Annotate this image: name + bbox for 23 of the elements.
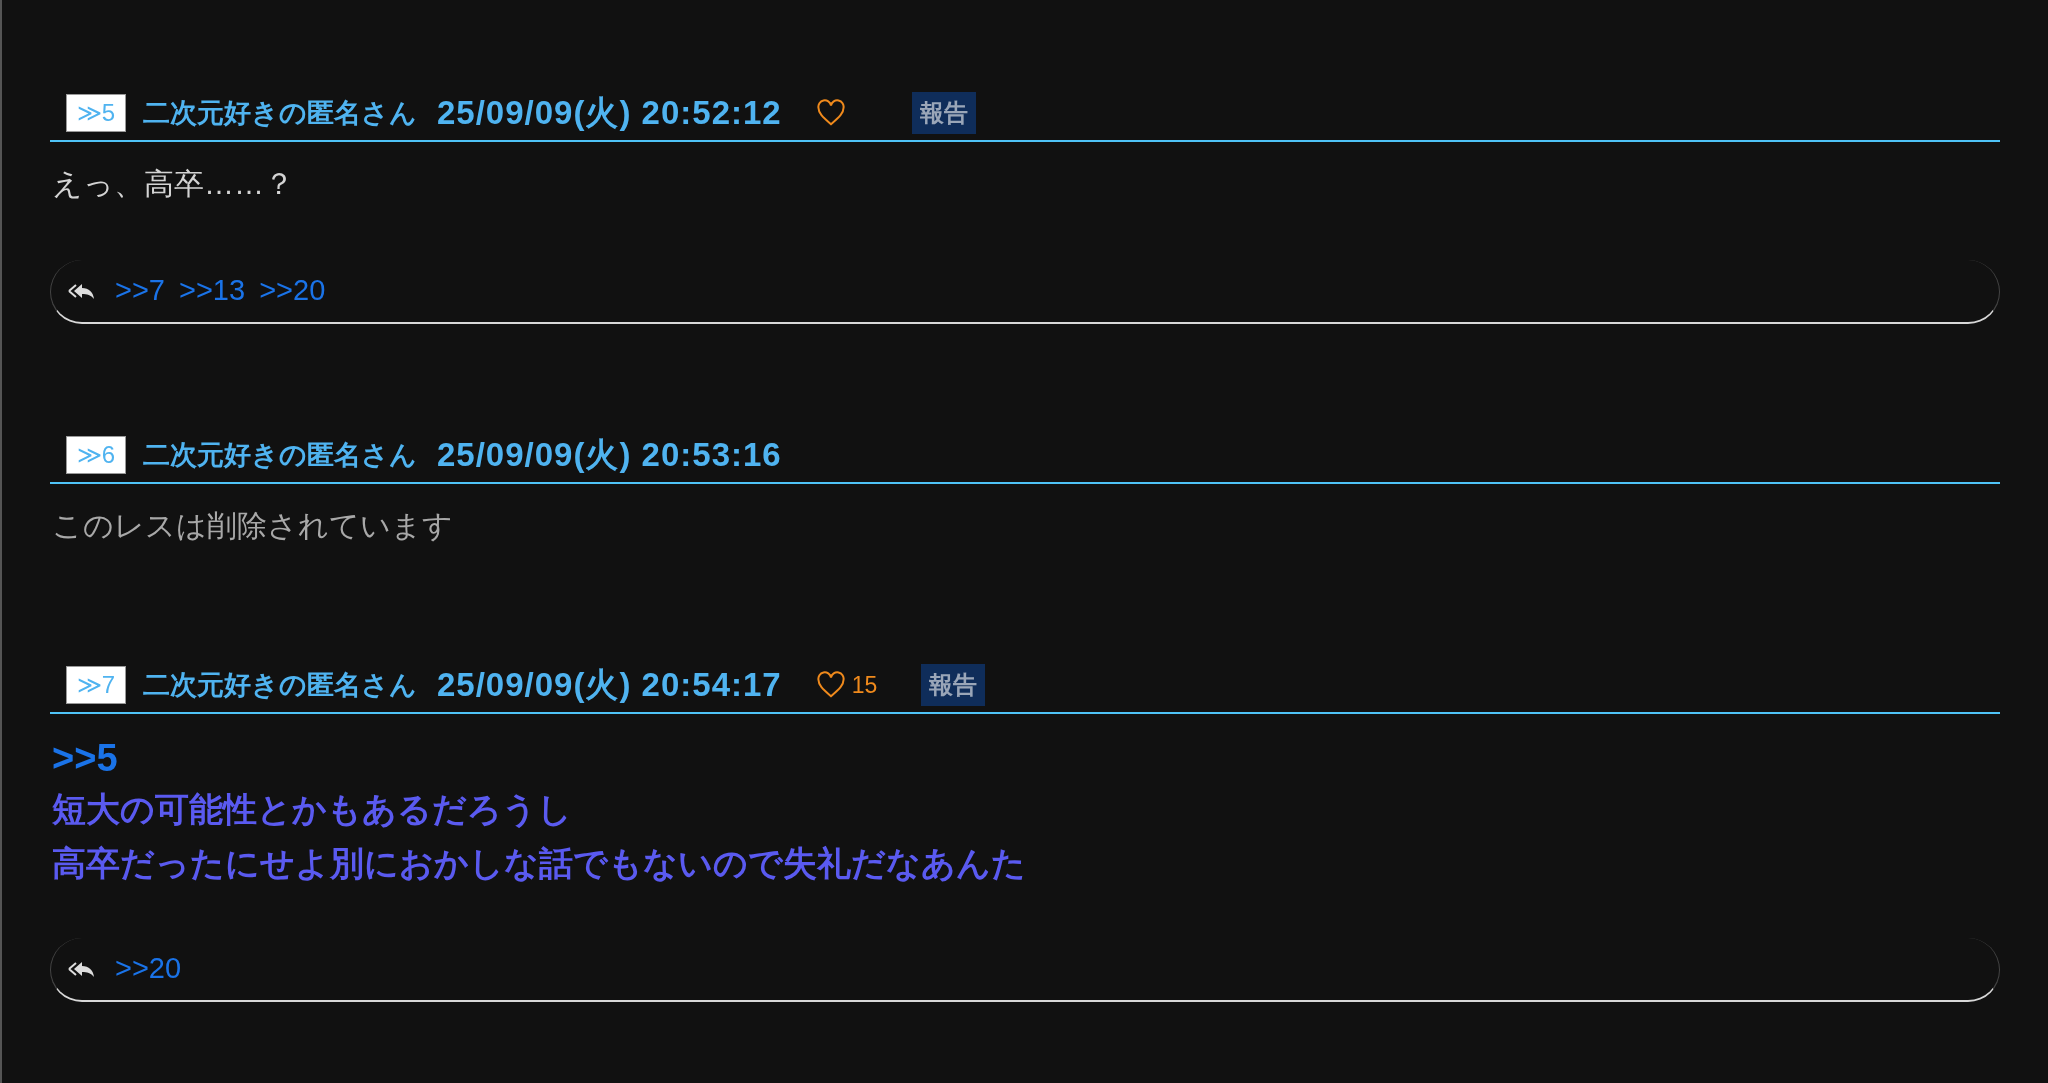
anchor-link[interactable]: >>5 [52,734,118,782]
reply-link[interactable]: >>13 [179,269,246,313]
poster-name: 二次元好きの匿名さん [143,438,417,472]
like-count: 15 [851,670,878,700]
post-date: 25/09/09(火) 20:54:17 [437,665,782,706]
post-number[interactable]: ≫5 [66,94,126,132]
reply-link[interactable]: >>20 [259,269,326,313]
report-button[interactable]: 報告 [911,92,976,134]
post-number[interactable]: ≫7 [66,666,126,704]
reply-link[interactable]: >>7 [115,269,165,313]
poster-name: 二次元好きの匿名さん [143,96,417,130]
report-button[interactable]: 報告 [921,664,986,706]
heart-icon[interactable] [815,671,846,699]
post-number[interactable]: ≫6 [66,436,126,474]
post-text: 高卒だったにせよ別におかしな話でもないので失礼だなあんた [52,843,1026,884]
reply-link[interactable]: >>20 [115,947,182,991]
post-text: 短大の可能性とかもあるだろうし [52,789,572,830]
post-text: えっ、高卒……？ [52,166,294,202]
poster-name: 二次元好きの匿名さん [143,668,417,702]
post-text: このレスは削除されています [52,508,453,544]
heart-icon[interactable] [815,99,846,127]
post-date: 25/09/09(火) 20:53:16 [437,435,782,476]
post-date: 25/09/09(火) 20:52:12 [437,93,782,134]
